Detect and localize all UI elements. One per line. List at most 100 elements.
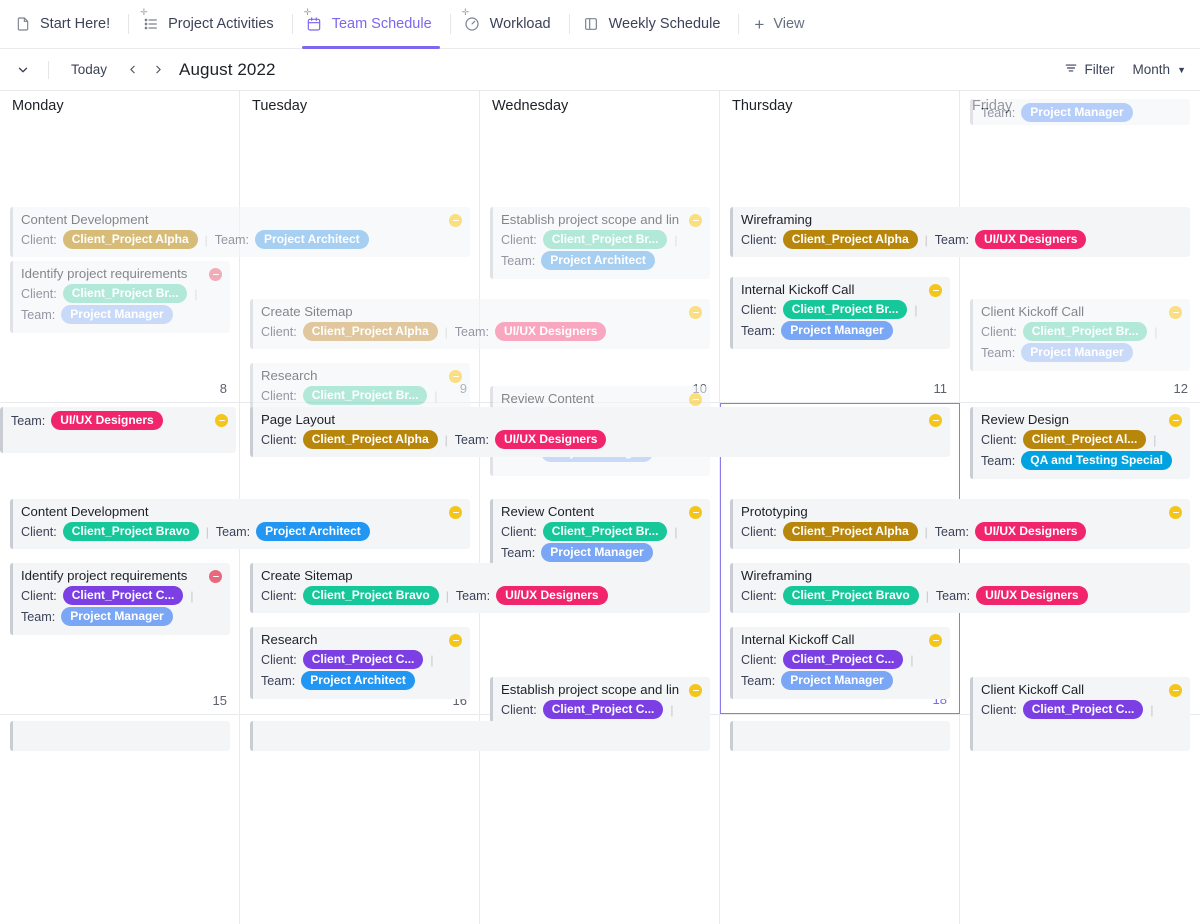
calendar-event-card[interactable]: Page Layout Client: Client_Project Alpha | T… — [250, 407, 950, 457]
tag-chip[interactable]: UI/UX Designers — [495, 322, 607, 341]
calendar-event-card-partial[interactable] — [10, 721, 230, 751]
tab-start-here[interactable]: Start Here! — [0, 0, 128, 48]
calendar-event-card[interactable]: Create Sitemap Client: Client_Project Alph… — [250, 299, 710, 349]
tag-chip[interactable]: Project Manager — [781, 671, 893, 690]
board-icon — [583, 16, 600, 33]
tab-workload[interactable]: ✛ Workload — [449, 0, 569, 48]
status-badge[interactable] — [449, 214, 462, 227]
calendar-event-card[interactable]: Wireframing Client: Client_Project Alpha | T… — [730, 207, 1190, 257]
calendar-event-card[interactable]: Wireframing Client: Client_Project Bravo | T… — [730, 563, 1190, 613]
tag-chip[interactable]: Client_Project C... — [782, 650, 904, 669]
calendar-event-card-partial[interactable] — [730, 721, 950, 751]
status-badge[interactable] — [449, 370, 462, 383]
meta-label: Client: — [21, 588, 57, 603]
tag-chip[interactable]: Client_Project Alpha — [302, 430, 438, 449]
tag-chip[interactable]: Client_Project Bravo — [302, 586, 439, 605]
meta-label: Client: — [261, 652, 297, 667]
status-badge[interactable] — [1169, 684, 1182, 697]
calendar-event-card[interactable]: Internal Kickoff Call Client: Client_Proje… — [730, 277, 950, 349]
filter-button[interactable]: Filter — [1064, 61, 1115, 78]
meta-label: Team: — [21, 307, 56, 322]
tag-chip[interactable]: UI/UX Designers — [975, 522, 1087, 541]
tag-chip[interactable]: Project Architect — [256, 522, 370, 541]
calendar-event-card[interactable]: Content Development Client: Client_Project… — [10, 499, 470, 549]
calendar-event-card[interactable]: Team: Project Manager — [970, 99, 1190, 125]
tag-chip[interactable]: Client_Project Alpha — [782, 230, 918, 249]
status-badge[interactable] — [929, 634, 942, 647]
prev-month-button[interactable] — [119, 57, 145, 83]
tag-chip[interactable]: Project Manager — [1021, 103, 1133, 122]
calendar-event-card[interactable]: Research Client: Client_Project C... | Team:… — [250, 627, 470, 699]
meta-label: Client: — [261, 388, 297, 403]
status-badge[interactable] — [689, 506, 702, 519]
calendar-event-card[interactable]: Create Sitemap Client: Client_Project Brav… — [250, 563, 710, 613]
calendar-event-card[interactable]: Prototyping Client: Client_Project Alpha | T… — [730, 499, 1190, 549]
status-badge[interactable] — [689, 214, 702, 227]
calendar-event-card[interactable]: Internal Kickoff Call Client: Client_Proje… — [730, 627, 950, 699]
tag-chip[interactable]: Client_Project Br... — [542, 230, 668, 249]
calendar-event-card-partial[interactable] — [250, 721, 710, 751]
tag-chip[interactable]: Client_Project Bravo — [782, 586, 919, 605]
calendar-event-card[interactable]: Establish project scope and lin Client: Cl… — [490, 207, 710, 279]
tag-chip[interactable]: Client_Project Alpha — [302, 322, 438, 341]
tag-chip[interactable]: UI/UX Designers — [975, 230, 1087, 249]
status-badge[interactable] — [209, 570, 222, 583]
calendar-event-card[interactable]: Review Content Client: Client_Project Br..… — [490, 499, 710, 571]
tag-chip[interactable]: UI/UX Designers — [976, 586, 1088, 605]
event-title: Establish project scope and lin — [501, 212, 680, 227]
status-badge[interactable] — [1169, 306, 1182, 319]
tab-project-activities[interactable]: ✛ Project Activities — [128, 0, 292, 48]
meta-label: Client: — [21, 232, 57, 247]
tag-chip[interactable]: Client_Project Br... — [1022, 322, 1148, 341]
next-month-button[interactable] — [145, 57, 171, 83]
tag-chip[interactable]: Project Architect — [301, 671, 415, 690]
calendar-event-card[interactable]: Client Kickoff Call Client: Client_Project… — [970, 299, 1190, 371]
view-mode-select[interactable]: Month ▼ — [1133, 62, 1186, 77]
calendar-event-card[interactable]: Content Development Client: Client_Project… — [10, 207, 470, 257]
tag-chip[interactable]: UI/UX Designers — [51, 411, 163, 430]
tag-chip[interactable]: Project Architect — [255, 230, 369, 249]
tag-chip[interactable]: Project Manager — [61, 607, 173, 626]
add-view-button[interactable]: + View — [738, 0, 822, 48]
tag-chip[interactable]: Client_Project Alpha — [782, 522, 918, 541]
tag-chip[interactable]: Client_Project Alpha — [62, 230, 198, 249]
tag-chip[interactable]: Project Manager — [1021, 343, 1133, 362]
tag-chip[interactable]: Client_Project Al... — [1022, 430, 1147, 449]
filter-label: Filter — [1084, 62, 1115, 77]
today-button[interactable]: Today — [59, 57, 119, 82]
calendar-event-card-partial[interactable] — [970, 721, 1190, 751]
tag-chip[interactable]: Client_Project Br... — [782, 300, 908, 319]
meta-separator: | — [910, 652, 914, 667]
status-badge[interactable] — [209, 268, 222, 281]
tag-chip[interactable]: Client_Project C... — [302, 650, 424, 669]
tag-chip[interactable]: Client_Project Br... — [62, 284, 188, 303]
calendar-event-card[interactable]: Identify project requirements Client: Clie… — [10, 563, 230, 635]
tag-chip[interactable]: Client_Project Br... — [542, 522, 668, 541]
collapse-toggle-icon[interactable] — [8, 55, 38, 85]
status-badge[interactable] — [1169, 414, 1182, 427]
status-badge[interactable] — [689, 306, 702, 319]
tab-weekly-schedule[interactable]: Weekly Schedule — [568, 0, 739, 48]
calendar-event-card[interactable]: Team: UI/UX Designers — [0, 407, 236, 453]
tab-label: Workload — [489, 16, 551, 32]
status-badge[interactable] — [449, 506, 462, 519]
calendar-event-card[interactable]: Identify project requirements Client: Clie… — [10, 261, 230, 333]
tab-team-schedule[interactable]: ✛ Team Schedule — [291, 0, 450, 49]
status-badge[interactable] — [1169, 506, 1182, 519]
tag-chip[interactable]: Client_Project C... — [62, 586, 184, 605]
tag-chip[interactable]: Project Manager — [781, 321, 893, 340]
tag-chip[interactable]: Project Architect — [541, 251, 655, 270]
tag-chip[interactable]: Project Manager — [61, 305, 173, 324]
tag-chip[interactable]: Client_Project Bravo — [62, 522, 199, 541]
status-badge[interactable] — [929, 284, 942, 297]
event-meta-row: Client: Client_Project C... | — [741, 650, 941, 669]
tag-chip[interactable]: QA and Testing Special — [1021, 451, 1172, 470]
tag-chip[interactable]: UI/UX Designers — [495, 430, 607, 449]
tag-chip[interactable]: Project Manager — [541, 543, 653, 562]
status-badge[interactable] — [215, 414, 228, 427]
calendar-event-card[interactable]: Review Design Client: Client_Project Al...… — [970, 407, 1190, 479]
tag-chip[interactable]: UI/UX Designers — [496, 586, 608, 605]
status-badge[interactable] — [689, 684, 702, 697]
status-badge[interactable] — [929, 414, 942, 427]
status-badge[interactable] — [449, 634, 462, 647]
